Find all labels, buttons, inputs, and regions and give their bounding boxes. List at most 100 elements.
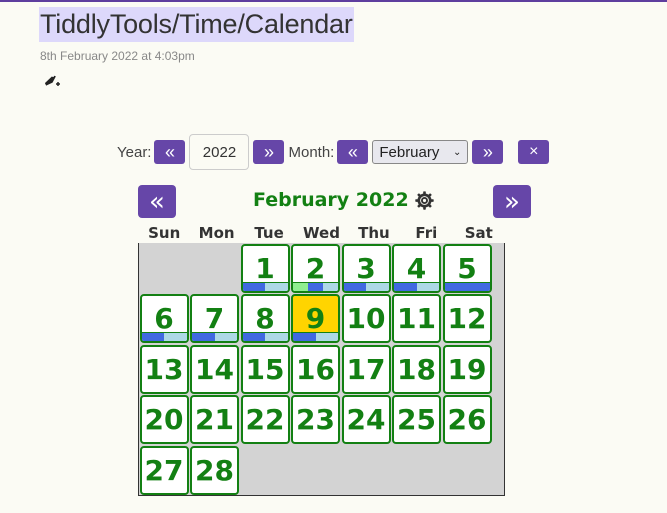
day-cell-23[interactable]: 23 (291, 395, 340, 444)
day-cell-24[interactable]: 24 (341, 395, 391, 444)
month-select-value: February (379, 143, 440, 161)
event-bar (293, 281, 338, 291)
day-cell-27[interactable]: 27 (139, 445, 189, 495)
day-number: 24 (346, 403, 386, 436)
weekday-wed: Wed (303, 224, 340, 242)
gear-icon[interactable] (414, 190, 435, 211)
page-title: TiddlyTools/Time/Calendar (39, 7, 354, 42)
event-segment-lightblue[interactable] (164, 333, 187, 341)
event-bar (192, 332, 237, 341)
day-cell-18[interactable]: 18 (392, 344, 441, 394)
next-month-button[interactable]: » (472, 140, 504, 164)
event-segment-blue[interactable] (308, 282, 323, 291)
tag-pen-icon[interactable] (45, 73, 61, 89)
day-number: 10 (346, 302, 386, 335)
day-cell-4[interactable]: 4 (392, 243, 441, 293)
day-number: 22 (245, 403, 285, 436)
weekday-tue: Tue (254, 224, 284, 242)
day-number: 13 (144, 352, 184, 386)
day-cell-25[interactable]: 25 (392, 395, 441, 444)
calendar-controls: Year: « 2022 » Month: « February ⌄ » × (117, 134, 550, 170)
day-cell-7[interactable]: 7 (190, 294, 239, 343)
event-bar (242, 281, 288, 291)
event-bar (242, 332, 288, 341)
event-segment-lightgreen[interactable] (293, 282, 308, 291)
event-segment-lightblue[interactable] (214, 333, 237, 341)
day-cell-28[interactable]: 28 (190, 445, 239, 495)
prev-year-button[interactable]: « (154, 140, 186, 164)
day-number: 26 (447, 403, 487, 436)
day-cell-1[interactable]: 1 (240, 243, 290, 293)
day-cell-9[interactable]: 9 (291, 294, 340, 343)
day-cell-12[interactable]: 12 (442, 294, 492, 343)
chevron-down-icon: ⌄ (452, 146, 462, 158)
day-number: 11 (397, 302, 436, 335)
event-segment-lightblue[interactable] (315, 333, 338, 341)
event-segment-blue[interactable] (242, 333, 265, 341)
calendar-grid: 1 2 3 4 5 6 7 8 9 10 11 12 13 14 15 16 17 18 19 20 21 22 23 24 2… (138, 243, 505, 496)
day-number: 28 (195, 453, 234, 487)
day-cell-20[interactable]: 20 (139, 395, 189, 444)
day-cell-3[interactable]: 3 (341, 243, 391, 293)
next-year-button[interactable]: » (253, 140, 285, 164)
event-segment-blue[interactable] (343, 282, 366, 291)
calendar-title: February 2022 (253, 189, 409, 211)
event-bar (394, 281, 439, 291)
day-number: 27 (144, 453, 184, 487)
day-cell-22[interactable]: 22 (240, 395, 290, 444)
day-number: 21 (195, 403, 234, 436)
day-cell-16[interactable]: 16 (291, 344, 340, 394)
weekday-thu: Thu (358, 224, 390, 242)
day-cell-17[interactable]: 17 (341, 344, 391, 394)
day-cell-2[interactable]: 2 (291, 243, 340, 293)
day-number: 25 (397, 403, 436, 436)
day-cell-6[interactable]: 6 (139, 294, 189, 343)
prev-month-button[interactable]: « (337, 140, 369, 164)
close-button[interactable]: × (518, 140, 550, 164)
day-cell-10[interactable]: 10 (341, 294, 391, 343)
day-number: 18 (397, 352, 436, 386)
day-cell-15[interactable]: 15 (240, 344, 290, 394)
calendar-prev-month-button[interactable]: « (138, 185, 176, 218)
event-segment-lightblue[interactable] (265, 282, 288, 291)
day-cell-11[interactable]: 11 (392, 294, 441, 343)
event-segment-blue[interactable] (192, 333, 215, 341)
day-number: 15 (245, 352, 285, 386)
day-cell-14[interactable]: 14 (190, 344, 239, 394)
year-input[interactable]: 2022 (189, 134, 250, 170)
day-cell-19[interactable]: 19 (442, 344, 492, 394)
day-cell-13[interactable]: 13 (139, 344, 189, 394)
month-label: Month: (288, 143, 335, 161)
day-cell-5[interactable]: 5 (442, 243, 492, 293)
day-cell-26[interactable]: 26 (442, 395, 492, 444)
weekday-sun: Sun (148, 224, 181, 242)
weekday-sat: Sat (464, 224, 493, 242)
event-segment-blue[interactable] (293, 333, 316, 341)
day-cell-8[interactable]: 8 (240, 294, 290, 343)
day-number: 23 (296, 403, 335, 436)
event-segment-lightblue[interactable] (265, 333, 288, 341)
event-segment-blue[interactable] (242, 282, 265, 291)
year-label: Year: (117, 143, 152, 161)
event-segment-blue[interactable] (444, 282, 490, 291)
event-segment-blue[interactable] (394, 282, 417, 291)
day-number: 14 (195, 352, 234, 386)
calendar-next-month-button[interactable]: » (493, 185, 531, 218)
weekday-fri: Fri (415, 224, 438, 242)
event-bar (293, 332, 338, 341)
month-select[interactable]: February ⌄ (372, 140, 469, 164)
day-cell-21[interactable]: 21 (190, 395, 239, 444)
day-number: 17 (346, 352, 386, 386)
day-number: 20 (144, 403, 184, 436)
day-number: 12 (447, 302, 487, 335)
modified-date: 8th February 2022 at 4:03pm (40, 49, 195, 63)
event-segment-lightblue[interactable] (323, 282, 338, 291)
event-segment-blue[interactable] (141, 333, 164, 341)
weekday-mon: Mon (198, 224, 235, 242)
weekday-header: Sun Mon Tue Wed Thu Fri Sat (138, 224, 505, 242)
day-number: 16 (296, 352, 335, 386)
event-segment-lightblue[interactable] (366, 282, 389, 291)
event-segment-lightblue[interactable] (416, 282, 439, 291)
event-bar (141, 332, 187, 341)
event-bar (343, 281, 389, 291)
